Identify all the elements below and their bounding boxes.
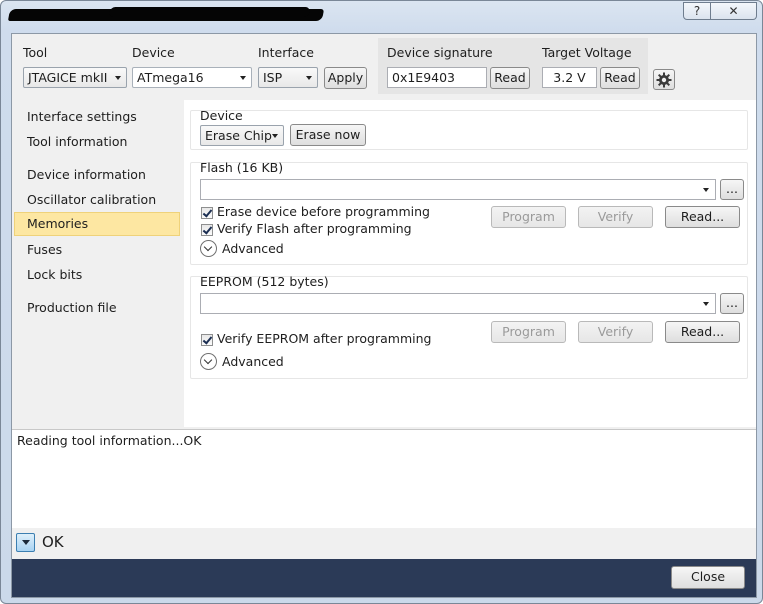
chevron-down-icon — [703, 188, 709, 192]
chevron-down-icon — [306, 76, 312, 80]
chevron-down-icon — [272, 134, 278, 138]
interface-select[interactable]: ISP — [258, 67, 318, 88]
tool-select[interactable]: JTAGICE mkII — [23, 67, 127, 88]
device-group: Device Erase Chip Erase now — [190, 108, 748, 150]
log-text: Reading tool information...OK — [17, 433, 202, 448]
eeprom-verify-button[interactable]: Verify — [578, 321, 653, 343]
chevron-down-icon — [703, 302, 709, 306]
eeprom-group: EEPROM (512 bytes) ... Verify EEPROM aft… — [190, 274, 748, 379]
title-bar[interactable]: ? ✕ — [1, 1, 762, 31]
eeprom-browse-button[interactable]: ... — [720, 293, 744, 314]
device-label: Device — [132, 45, 175, 60]
device-group-title: Device — [200, 108, 243, 123]
sidebar: Interface settings Tool information Devi… — [12, 100, 180, 427]
flash-group-title: Flash (16 KB) — [200, 160, 284, 175]
verify-eeprom-label: Verify EEPROM after programming — [217, 331, 432, 346]
sidebar-item-device-information[interactable]: Device information — [14, 163, 180, 187]
sidebar-item-tool-information[interactable]: Tool information — [14, 130, 180, 154]
memories-panel: Device Erase Chip Erase now Flash (16 KB… — [184, 100, 756, 427]
erase-before-label: Erase device before programming — [217, 204, 430, 219]
help-icon: ? — [693, 4, 701, 18]
title-bar-buttons: ? ✕ — [683, 2, 757, 20]
status-bar: OK — [12, 528, 756, 558]
erase-before-checkbox[interactable] — [201, 207, 213, 219]
signature-label: Device signature — [387, 45, 493, 60]
flash-advanced-label: Advanced — [222, 241, 284, 256]
sidebar-item-fuses[interactable]: Fuses — [14, 238, 180, 262]
chevron-down-icon — [240, 76, 246, 80]
close-icon: ✕ — [728, 4, 739, 18]
flash-program-button[interactable]: Program — [491, 206, 566, 228]
sidebar-item-lock-bits[interactable]: Lock bits — [14, 263, 180, 287]
eeprom-advanced-toggle[interactable] — [200, 353, 217, 370]
log-output[interactable]: Reading tool information...OK — [12, 429, 756, 529]
flash-group: Flash (16 KB) ... Erase device before pr… — [190, 160, 748, 265]
flash-browse-button[interactable]: ... — [720, 179, 744, 200]
apply-button[interactable]: Apply — [324, 67, 367, 89]
voltage-field[interactable]: 3.2 V — [542, 67, 597, 88]
expand-log-button[interactable] — [16, 533, 35, 552]
tool-label: Tool — [23, 45, 48, 60]
verify-eeprom-checkbox[interactable] — [201, 334, 213, 346]
dialog-client: Tool JTAGICE mkII Device ATmega16 Interf… — [11, 33, 757, 598]
chevron-down-icon — [115, 76, 121, 80]
help-button[interactable]: ? — [683, 2, 711, 20]
erase-mode-value: Erase Chip — [205, 128, 272, 143]
signature-read-button[interactable]: Read — [490, 67, 530, 89]
eeprom-advanced-label: Advanced — [222, 354, 284, 369]
sidebar-item-production-file[interactable]: Production file — [14, 296, 180, 320]
app-window: ? ✕ Tool JTAGICE mkII Device ATmega16 In… — [0, 0, 763, 604]
device-select-value: ATmega16 — [137, 70, 204, 85]
dialog-footer: Close — [12, 559, 756, 597]
eeprom-file-input[interactable] — [200, 293, 716, 314]
settings-button[interactable] — [653, 69, 675, 90]
gear-icon — [656, 72, 672, 87]
device-select[interactable]: ATmega16 — [132, 67, 252, 88]
erase-mode-select[interactable]: Erase Chip — [200, 125, 284, 146]
signature-field[interactable]: 0x1E9403 — [387, 67, 487, 88]
toolbar: Tool JTAGICE mkII Device ATmega16 Interf… — [12, 34, 756, 96]
flash-file-input[interactable] — [200, 179, 716, 200]
eeprom-read-button[interactable]: Read... — [665, 321, 740, 343]
voltage-read-button[interactable]: Read — [600, 67, 640, 89]
interface-label: Interface — [258, 45, 314, 60]
sidebar-item-memories[interactable]: Memories — [14, 212, 180, 236]
verify-flash-checkbox[interactable] — [201, 224, 213, 236]
eeprom-group-title: EEPROM (512 bytes) — [200, 274, 329, 289]
erase-now-button[interactable]: Erase now — [290, 124, 366, 146]
flash-advanced-toggle[interactable] — [200, 240, 217, 257]
sidebar-item-interface-settings[interactable]: Interface settings — [14, 105, 180, 129]
status-text: OK — [42, 533, 64, 551]
flash-verify-button[interactable]: Verify — [578, 206, 653, 228]
interface-select-value: ISP — [263, 70, 283, 85]
tool-select-value: JTAGICE mkII — [28, 70, 108, 85]
flash-read-button[interactable]: Read... — [665, 206, 740, 228]
eeprom-program-button[interactable]: Program — [491, 321, 566, 343]
verify-flash-label: Verify Flash after programming — [217, 221, 412, 236]
window-close-button[interactable]: ✕ — [711, 2, 757, 20]
sidebar-item-oscillator-calibration[interactable]: Oscillator calibration — [14, 188, 180, 212]
voltage-label: Target Voltage — [542, 45, 632, 60]
redacted-title — [7, 9, 325, 21]
close-button[interactable]: Close — [671, 566, 745, 589]
